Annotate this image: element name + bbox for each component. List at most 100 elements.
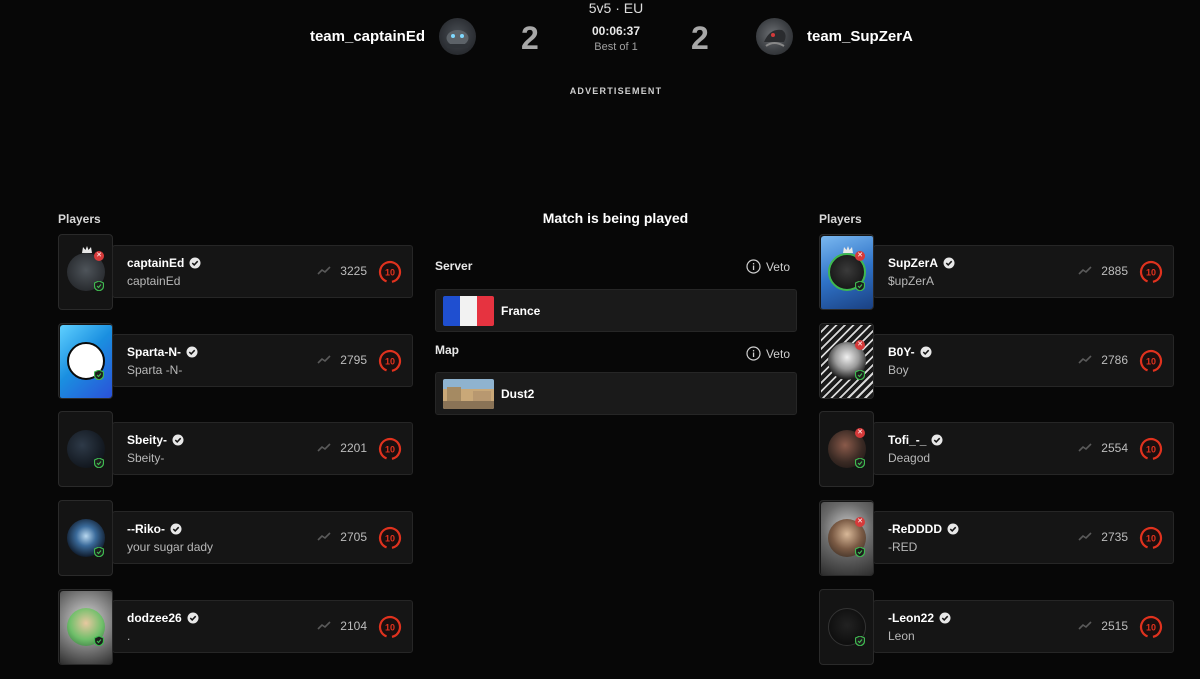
verified-check-icon: [931, 434, 943, 446]
left-player-row[interactable]: --Riko- your sugar dady 2705 10: [58, 500, 414, 576]
map-value: Dust2: [501, 387, 535, 401]
skill-level-badge: 10: [378, 260, 402, 284]
player-name: Sbeity-: [127, 451, 165, 465]
player-card[interactable]: B0Y- Boy 2786 10: [873, 334, 1174, 387]
trend-icon: [1078, 355, 1092, 364]
skill-level-value: 10: [385, 445, 395, 455]
player-elo: 2705: [340, 530, 367, 544]
team-right-avatar[interactable]: [756, 18, 793, 55]
trend-icon: [317, 266, 331, 275]
player-elo: 2885: [1101, 264, 1128, 278]
player-name: Deagod: [888, 451, 931, 465]
skill-level-value: 10: [1146, 623, 1156, 633]
player-avatar[interactable]: [58, 323, 113, 399]
map-veto-button[interactable]: Veto: [746, 346, 790, 361]
trend-icon: [317, 355, 331, 364]
left-player-row[interactable]: Sparta-N- Sparta -N- 2795 10: [58, 323, 414, 399]
map-option[interactable]: Dust2: [435, 372, 797, 415]
player-card[interactable]: -ReDDDD -RED 2735 10: [873, 511, 1174, 564]
player-nickname[interactable]: Sparta-N-: [127, 345, 181, 359]
verified-check-icon: [172, 434, 184, 446]
player-elo: 2515: [1101, 619, 1128, 633]
map-veto-label[interactable]: Veto: [766, 347, 790, 361]
server-veto-button[interactable]: Veto: [746, 259, 790, 274]
player-card[interactable]: SupZerA $upZerA 2885 10: [873, 245, 1174, 298]
player-elo: 2554: [1101, 441, 1128, 455]
player-nickname[interactable]: -ReDDDD: [888, 522, 942, 536]
player-card[interactable]: Sbeity- Sbeity- 2201 10: [112, 422, 413, 475]
skill-level-badge: 10: [378, 349, 402, 373]
player-avatar[interactable]: ✕: [819, 323, 874, 399]
skill-level-badge: 10: [378, 437, 402, 461]
player-card[interactable]: Tofi_-_ Deagod 2554 10: [873, 422, 1174, 475]
player-name: -RED: [888, 540, 918, 554]
left-player-row[interactable]: Sbeity- Sbeity- 2201 10: [58, 411, 414, 487]
player-card[interactable]: captainEd captainEd 3225 10: [112, 245, 413, 298]
player-name: .: [127, 629, 131, 643]
player-nickname[interactable]: -Leon22: [888, 611, 934, 625]
team-left-avatar[interactable]: [439, 18, 476, 55]
team-right-name[interactable]: team_SupZerA: [807, 28, 913, 45]
skill-level-badge: 10: [1139, 260, 1163, 284]
server-label-row: Server Veto: [435, 259, 796, 275]
trend-icon: [1078, 621, 1092, 630]
team-left-avatar-image: [446, 30, 469, 48]
right-player-row[interactable]: ✕ -ReDDDD -RED 2735 10: [819, 500, 1175, 576]
skill-level-badge: 10: [1139, 526, 1163, 550]
flag-france-icon: [443, 296, 494, 326]
player-avatar[interactable]: ✕: [819, 411, 874, 487]
right-player-row[interactable]: ✕ Tofi_-_ Deagod 2554 10: [819, 411, 1175, 487]
player-avatar[interactable]: [58, 589, 113, 665]
player-card[interactable]: --Riko- your sugar dady 2705 10: [112, 511, 413, 564]
player-nickname[interactable]: B0Y-: [888, 345, 915, 359]
right-player-row[interactable]: ✕ SupZerA $upZerA 2885 10: [819, 234, 1175, 310]
team-left-score: 2: [521, 20, 539, 56]
right-player-row[interactable]: ✕ B0Y- Boy 2786 10: [819, 323, 1175, 399]
player-card[interactable]: -Leon22 Leon 2515 10: [873, 600, 1174, 653]
verified-check-icon: [939, 612, 951, 624]
left-player-row[interactable]: ✕ captainEd captainEd 3225 10: [58, 234, 414, 310]
player-avatar[interactable]: [819, 589, 874, 665]
shield-icon: [855, 458, 865, 468]
player-card[interactable]: dodzee26 . 2104 10: [112, 600, 413, 653]
close-icon: ✕: [855, 428, 865, 438]
player-card[interactable]: Sparta-N- Sparta -N- 2795 10: [112, 334, 413, 387]
player-nickname[interactable]: captainEd: [127, 256, 184, 270]
player-elo: 2735: [1101, 530, 1128, 544]
close-icon: ✕: [855, 340, 865, 350]
player-nickname[interactable]: SupZerA: [888, 256, 938, 270]
skill-level-value: 10: [1146, 357, 1156, 367]
player-elo: 2786: [1101, 353, 1128, 367]
server-option[interactable]: France: [435, 289, 797, 332]
skill-level-badge: 10: [378, 615, 402, 639]
left-players-title: Players: [58, 212, 101, 226]
skill-level-value: 10: [1146, 445, 1156, 455]
player-avatar[interactable]: [58, 411, 113, 487]
player-name: captainEd: [127, 274, 181, 288]
shield-icon: [94, 458, 104, 468]
player-nickname[interactable]: Sbeity-: [127, 433, 167, 447]
player-avatar[interactable]: ✕: [58, 234, 113, 310]
team-left-name[interactable]: team_captainEd: [310, 28, 425, 45]
player-elo: 2795: [340, 353, 367, 367]
player-name: $upZerA: [888, 274, 935, 288]
player-avatar[interactable]: ✕: [819, 500, 874, 576]
player-avatar[interactable]: ✕: [819, 234, 874, 310]
match-timer: 00:06:37: [591, 24, 641, 38]
player-name: Leon: [888, 629, 915, 643]
map-thumbnail-image: [443, 379, 494, 409]
player-name: Sparta -N-: [127, 363, 183, 377]
skill-level-badge: 10: [1139, 615, 1163, 639]
match-header: 5v5 · EU team_captainEd 2 00:06:37 Best …: [0, 0, 1200, 96]
right-player-row[interactable]: -Leon22 Leon 2515 10: [819, 589, 1175, 665]
player-nickname[interactable]: --Riko-: [127, 522, 165, 536]
player-nickname[interactable]: Tofi_-_: [888, 433, 926, 447]
left-player-row[interactable]: dodzee26 . 2104 10: [58, 589, 414, 665]
server-veto-label[interactable]: Veto: [766, 260, 790, 274]
map-dust2-thumbnail: [443, 379, 494, 409]
verified-check-icon: [187, 612, 199, 624]
player-nickname[interactable]: dodzee26: [127, 611, 182, 625]
trend-icon: [317, 532, 331, 541]
best-of-label: Best of 1: [594, 41, 638, 53]
player-avatar[interactable]: [58, 500, 113, 576]
